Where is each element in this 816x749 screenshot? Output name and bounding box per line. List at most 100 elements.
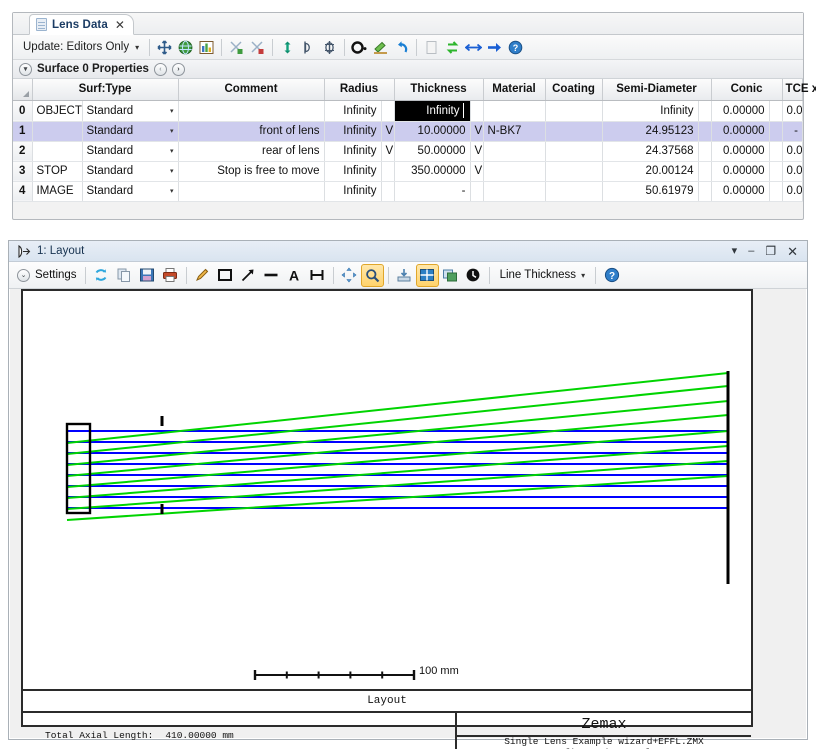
cell-surface-type[interactable]: Standard ▾: [82, 100, 179, 122]
cell-coating[interactable]: [545, 181, 603, 202]
copy-icon[interactable]: [113, 264, 136, 287]
refresh-icon[interactable]: [90, 264, 113, 287]
cell-comment[interactable]: [178, 181, 325, 202]
line-icon[interactable]: [260, 264, 283, 287]
cell-radius[interactable]: Infinity: [324, 161, 382, 182]
cell-thickness[interactable]: 350.00000: [394, 161, 471, 182]
cell-conic-solve[interactable]: [769, 100, 783, 122]
settings-chevron-icon[interactable]: ⌄: [17, 268, 30, 282]
undo-icon[interactable]: [391, 37, 412, 58]
cell-thickness[interactable]: 50.00000: [394, 141, 471, 162]
sync-icon[interactable]: [442, 37, 463, 58]
cell-surface-type[interactable]: Standard ▾: [82, 141, 179, 162]
cell-coating[interactable]: [545, 141, 603, 162]
cell-thickness[interactable]: Infinity: [394, 100, 471, 122]
minimize-icon[interactable]: –: [748, 245, 754, 257]
chart-icon[interactable]: [196, 37, 217, 58]
cell-thickness[interactable]: 10.00000: [394, 121, 471, 142]
cell-conic[interactable]: 0.00000: [711, 100, 770, 122]
column-header-thickness[interactable]: Thickness: [394, 79, 484, 101]
update-mode-label[interactable]: Update: Editors Only: [17, 41, 133, 53]
cell-conic-solve[interactable]: [769, 181, 783, 202]
cell-material[interactable]: [483, 100, 546, 122]
dimension-icon[interactable]: [306, 264, 329, 287]
cell-conic[interactable]: 0.00000: [711, 181, 770, 202]
cell-conic[interactable]: 0.00000: [711, 161, 770, 182]
chevron-down-icon[interactable]: ▾: [19, 62, 32, 76]
close-icon[interactable]: ✕: [787, 245, 798, 258]
cell-coating[interactable]: [545, 121, 603, 142]
cell-radius-solve[interactable]: V: [381, 141, 395, 162]
cell-comment[interactable]: Stop is free to move: [178, 161, 325, 182]
cell-semi-diameter[interactable]: 24.37568: [602, 141, 699, 162]
move-tool-icon[interactable]: [154, 37, 175, 58]
column-header-coating[interactable]: Coating: [545, 79, 603, 101]
row-index[interactable]: 3: [13, 161, 33, 182]
column-header-tce[interactable]: TCE x 1E-6: [782, 79, 816, 101]
grid-corner-cell[interactable]: [13, 79, 33, 101]
reset-icon[interactable]: [462, 264, 485, 287]
cell-comment[interactable]: front of lens: [178, 121, 325, 142]
cell-conic-solve[interactable]: [769, 161, 783, 182]
cell-semi-diameter[interactable]: 20.00124: [602, 161, 699, 182]
help-icon[interactable]: ?: [600, 264, 623, 287]
table-row[interactable]: 1 Standard ▾ front of lens Infinity V 10.00000…: [13, 121, 804, 142]
arrow-icon[interactable]: [237, 264, 260, 287]
cell-conic[interactable]: 0.00000: [711, 121, 770, 142]
cell-semi-diameter-solve[interactable]: [698, 121, 712, 142]
row-index[interactable]: 2: [13, 141, 33, 162]
export-icon[interactable]: [393, 264, 416, 287]
table-row[interactable]: 2 Standard ▾ rear of lens Infinity V 50.00000 V…: [13, 141, 804, 162]
text-icon[interactable]: A: [283, 264, 306, 287]
cell-radius-solve[interactable]: [381, 100, 395, 122]
cell-comment[interactable]: [178, 100, 325, 122]
cell-surface-type[interactable]: Standard ▾: [82, 161, 179, 182]
table-row[interactable]: 3 STOP Standard ▾ Stop is free to move Infini…: [13, 161, 804, 182]
rectangle-icon[interactable]: [214, 264, 237, 287]
solve-icon[interactable]: [277, 37, 298, 58]
cell-tce[interactable]: 0.00000: [782, 181, 804, 202]
cell-surface-type[interactable]: Standard ▾: [82, 121, 179, 142]
cell-radius[interactable]: Infinity: [324, 141, 382, 162]
cell-surface-type[interactable]: Standard ▾: [82, 181, 179, 202]
maximize-icon[interactable]: ❐: [765, 245, 776, 257]
cell-radius-solve[interactable]: V: [381, 121, 395, 142]
help-icon[interactable]: ?: [505, 37, 526, 58]
cell-tce[interactable]: 0.00000: [782, 161, 804, 182]
cell-thickness-solve[interactable]: V: [470, 121, 484, 142]
line-thickness-button[interactable]: Line Thickness: [494, 269, 580, 281]
globe-icon[interactable]: [175, 37, 196, 58]
cell-tce[interactable]: 0.00000: [782, 100, 804, 122]
cell-semi-diameter[interactable]: 50.61979: [602, 181, 699, 202]
save-icon[interactable]: [136, 264, 159, 287]
table-row[interactable]: 4 IMAGE Standard ▾ Infinity - 50.61979 0.00000 0…: [13, 181, 804, 202]
cell-surface-name[interactable]: OBJECT: [32, 100, 83, 122]
chevron-down-icon[interactable]: ▾: [162, 127, 174, 135]
settings-button[interactable]: Settings: [30, 269, 81, 281]
column-header-material[interactable]: Material: [483, 79, 546, 101]
column-header-radius[interactable]: Radius: [324, 79, 395, 101]
chevron-down-icon[interactable]: ▾: [133, 43, 145, 52]
insert-surface-before-icon[interactable]: [226, 37, 247, 58]
cell-surface-name[interactable]: STOP: [32, 161, 83, 182]
cell-material[interactable]: [483, 141, 546, 162]
cell-radius-solve[interactable]: [381, 181, 395, 202]
column-header-comment[interactable]: Comment: [178, 79, 325, 101]
quick-adjust-icon[interactable]: [319, 37, 340, 58]
pencil-icon[interactable]: [191, 264, 214, 287]
zoom-icon[interactable]: [360, 263, 384, 287]
chevron-down-icon[interactable]: ▾: [162, 107, 174, 115]
window-menu-icon[interactable]: ▾: [732, 245, 738, 257]
row-index[interactable]: 1: [13, 121, 33, 142]
cell-radius[interactable]: Infinity: [324, 121, 382, 142]
cell-radius[interactable]: Infinity: [324, 100, 382, 122]
cell-surface-name[interactable]: [32, 141, 83, 162]
cell-thickness-solve[interactable]: V: [470, 141, 484, 162]
table-row[interactable]: 0 OBJECT Standard ▾ Infinity Infinity Infinity…: [13, 100, 804, 122]
cell-tce[interactable]: 0.00000: [782, 141, 804, 162]
cell-radius[interactable]: Infinity: [324, 181, 382, 202]
insert-surface-after-icon[interactable]: [247, 37, 268, 58]
tab-lens-data[interactable]: Lens Data ✕: [29, 14, 134, 35]
pan-icon[interactable]: [338, 264, 361, 287]
column-header-surf-type[interactable]: Surf:Type: [32, 79, 179, 101]
